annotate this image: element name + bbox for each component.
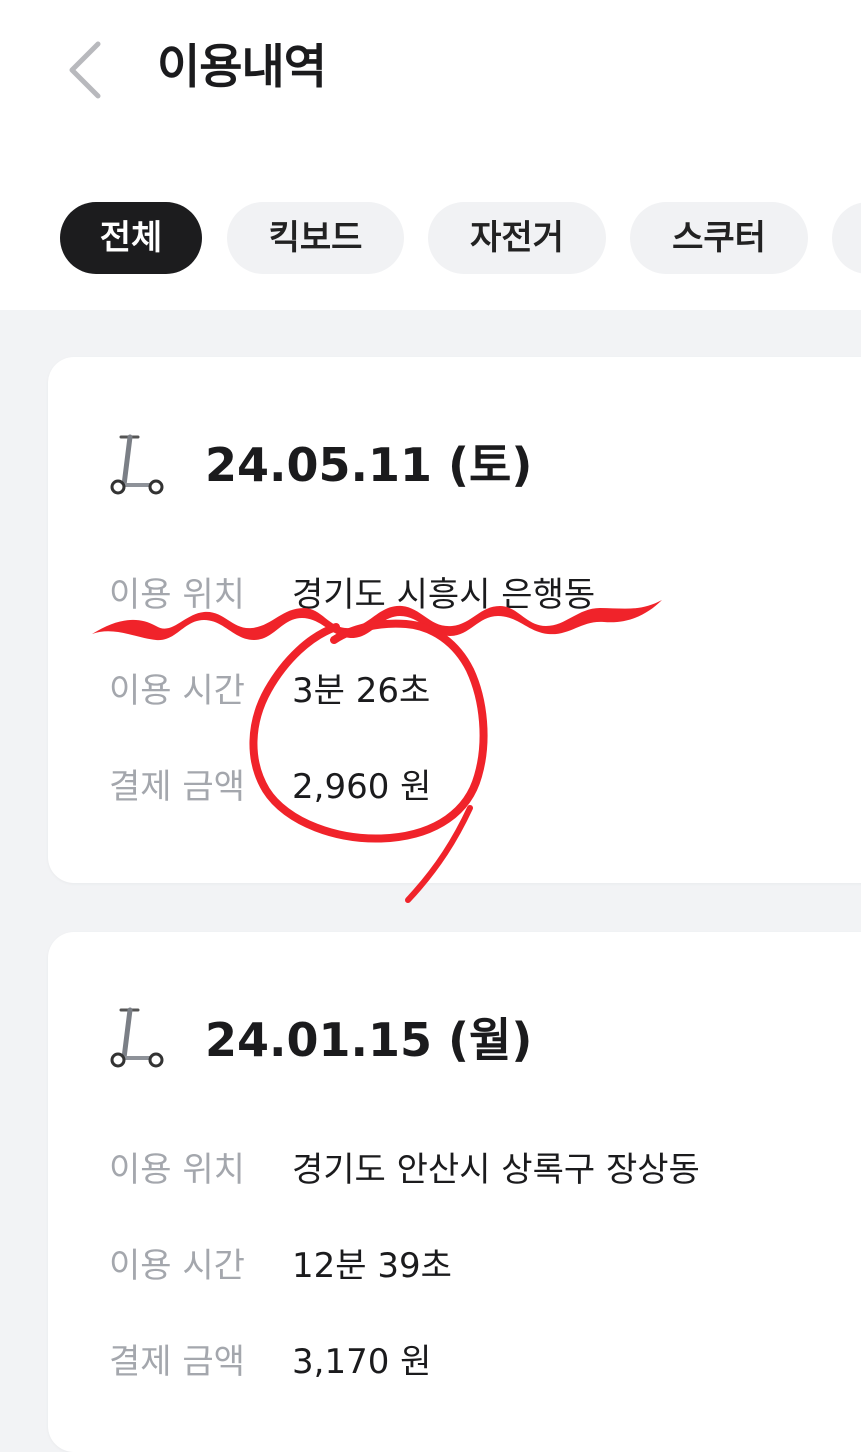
tab-bicycle[interactable]: 자전거 [428,202,606,274]
location-label: 이용 위치 [109,1150,245,1190]
usage-record-card[interactable]: 24.05.11 (토) 이용 위치 경기도 시흥시 은행동 이용 시간 3분 … [48,357,861,883]
tab-kickboard[interactable]: 킥보드 [227,202,404,274]
category-tabs: 전체 킥보드 자전거 스쿠터 [60,202,861,274]
payment-label: 결제 금액 [109,767,245,807]
usage-record-card[interactable]: 24.01.15 (월) 이용 위치 경기도 안산시 상록구 장상동 이용 시간… [48,932,861,1452]
tab-scooter[interactable]: 스쿠터 [630,202,808,274]
kick-scooter-icon [110,434,164,495]
duration-label: 이용 시간 [109,1246,245,1286]
back-button[interactable] [58,34,118,106]
chevron-left-icon [69,41,101,99]
app-header: 이용내역 전체 킥보드 자전거 스쿠터 [0,0,861,310]
tab-more[interactable] [832,202,861,274]
tab-all[interactable]: 전체 [60,202,202,274]
record-date: 24.01.15 (월) [205,1013,533,1067]
kick-scooter-icon [110,1007,164,1068]
payment-value: 3,170 원 [292,1342,432,1382]
location-label: 이용 위치 [109,575,245,615]
duration-value: 12분 39초 [292,1246,452,1286]
location-value: 경기도 안산시 상록구 장상동 [292,1150,700,1190]
record-date: 24.05.11 (토) [205,438,533,492]
duration-value: 3분 26초 [292,671,431,711]
payment-value: 2,960 원 [292,767,432,807]
page-title: 이용내역 [157,40,327,95]
payment-label: 결제 금액 [109,1342,245,1382]
duration-label: 이용 시간 [109,671,245,711]
location-value: 경기도 시흥시 은행동 [292,575,596,615]
